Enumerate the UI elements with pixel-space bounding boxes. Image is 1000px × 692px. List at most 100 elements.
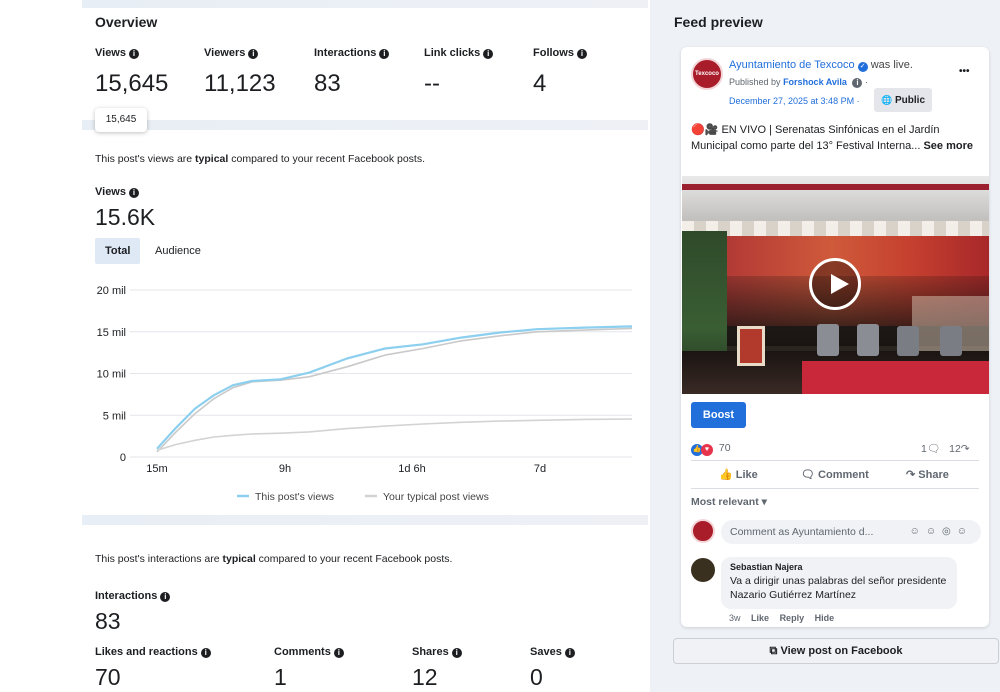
- info-icon[interactable]: i: [483, 49, 494, 59]
- publisher-link[interactable]: Forshock Avila: [783, 77, 847, 87]
- audience-badge[interactable]: 🌐 Public: [874, 88, 933, 112]
- series-line-1: [156, 418, 633, 452]
- typical-suffix: compared to your recent Facebook posts.: [255, 553, 453, 565]
- commenter-avatar: [691, 519, 715, 543]
- chevron-down-icon: ▾: [761, 496, 767, 508]
- post-card: Texcoco Ayuntamiento de Texcoco ✓ was li…: [681, 47, 989, 627]
- reaction-count: 70: [718, 442, 731, 454]
- composer-icons: ☺☺◎☺: [909, 526, 973, 537]
- globe-icon: 🌐: [881, 95, 893, 105]
- share-count-icon: ↷: [960, 443, 970, 455]
- video-thumbnail[interactable]: [682, 176, 989, 394]
- external-link-icon: ⧉: [769, 645, 778, 657]
- info-icon[interactable]: i: [160, 592, 171, 602]
- breakdown-label: Likes and reactions: [95, 646, 198, 658]
- post-date[interactable]: December 27, 2025 at 3:48 PM: [729, 96, 854, 106]
- info-icon[interactable]: i: [379, 49, 390, 59]
- x-tick-label: 1d 6h: [398, 463, 426, 475]
- info-icon[interactable]: i: [200, 648, 211, 658]
- y-tick-label: 5 mil: [103, 410, 126, 422]
- reactions-summary[interactable]: 👍 ♥ 70: [691, 442, 731, 456]
- thumbs-up-icon: 👍: [719, 469, 733, 481]
- comment-button[interactable]: 🗨 Comment: [801, 468, 869, 481]
- post-text: 🔴🎥 EN VIVO | Serenatas Sinfónicas en el …: [691, 122, 981, 154]
- verified-icon: ✓: [857, 62, 868, 72]
- share-count[interactable]: 12: [949, 443, 961, 455]
- breakdown-value: 70: [95, 664, 121, 690]
- metric-value: 15,645: [95, 70, 169, 97]
- metric-label: Follows: [533, 47, 574, 59]
- info-icon[interactable]: i: [852, 78, 863, 88]
- metric-value: 11,123: [204, 70, 276, 97]
- breakdown-label: Saves: [530, 646, 562, 658]
- x-tick-label: 9h: [279, 463, 291, 475]
- metric-label: Link clicks: [424, 47, 481, 59]
- overview-card: [82, 8, 648, 120]
- like-button[interactable]: 👍 Like: [719, 468, 758, 481]
- typical-prefix: This post's views are: [95, 153, 196, 165]
- typical-word: typical: [222, 553, 256, 565]
- breakdown-value: 1: [274, 664, 287, 690]
- y-tick-label: 0: [120, 452, 126, 464]
- info-icon[interactable]: i: [451, 648, 462, 658]
- page-name-link[interactable]: Ayuntamiento de Texcoco: [729, 59, 855, 71]
- interactions-card: [82, 525, 648, 692]
- views-value: 15.6K: [95, 204, 156, 230]
- info-icon[interactable]: i: [333, 648, 344, 658]
- comment-hide-link[interactable]: Hide: [815, 613, 835, 623]
- comment-author-avatar[interactable]: [691, 558, 715, 582]
- feed-preview-title: Feed preview: [674, 14, 763, 30]
- legend-label: Your typical post views: [383, 491, 489, 503]
- info-icon[interactable]: i: [129, 188, 139, 198]
- y-tick-label: 20 mil: [97, 285, 126, 297]
- metric-label: Views: [95, 47, 126, 59]
- most-relevant-dropdown[interactable]: Most relevant ▾: [691, 496, 767, 508]
- view-post-button[interactable]: ⧉ View post on Facebook: [673, 638, 999, 664]
- comment-button-label: Comment: [818, 469, 869, 481]
- comment-time: 3w: [729, 613, 741, 623]
- play-icon[interactable]: [809, 258, 861, 310]
- comment-text: Va a dirigir unas palabras del señor pre…: [730, 575, 947, 601]
- breakdown-value: 12: [412, 664, 438, 690]
- more-options-icon[interactable]: •••: [959, 66, 970, 77]
- most-relevant-label: Most relevant: [691, 496, 759, 508]
- series-line-0: [156, 325, 633, 450]
- share-button[interactable]: ↷ Share: [906, 468, 949, 481]
- info-icon[interactable]: i: [248, 49, 259, 59]
- overview-title: Overview: [95, 14, 158, 30]
- see-more-link[interactable]: See more: [923, 140, 973, 152]
- comment-input[interactable]: Comment as Ayuntamiento d... ☺☺◎☺: [721, 520, 981, 544]
- tab-total[interactable]: Total: [95, 238, 141, 264]
- divider: [691, 460, 979, 461]
- page-avatar[interactable]: Texcoco: [691, 58, 723, 90]
- tab-audience[interactable]: Audience: [145, 238, 211, 264]
- share-icon: ↷: [906, 469, 916, 481]
- typical-prefix: This post's interactions are: [95, 553, 223, 565]
- audience-label: Public: [895, 95, 926, 106]
- comment-like-link[interactable]: Like: [751, 613, 769, 623]
- views-label: Views: [95, 186, 126, 198]
- view-post-label: View post on Facebook: [780, 645, 903, 657]
- comment-reply-link[interactable]: Reply: [780, 613, 805, 623]
- interactions-value: 83: [95, 608, 121, 634]
- y-tick-label: 10 mil: [97, 369, 126, 381]
- views-chart: 0 5 mil 10 mil 15 mil 20 mil 15m 9h 1d 6h 7d This…: [97, 285, 633, 503]
- info-icon[interactable]: i: [576, 49, 587, 59]
- info-icon[interactable]: i: [564, 648, 575, 658]
- share-button-label: Share: [918, 469, 949, 481]
- boost-button[interactable]: Boost: [691, 402, 746, 428]
- comment-author[interactable]: Sebastian Najera: [730, 562, 948, 572]
- comment-icon: 🗨: [801, 469, 815, 481]
- typical-suffix: compared to your recent Facebook posts.: [228, 153, 425, 165]
- x-tick-label: 7d: [534, 463, 546, 475]
- interactions-typical-text: This post's interactions are typical com…: [95, 553, 452, 565]
- info-icon[interactable]: i: [129, 49, 139, 59]
- comment-bubble: Sebastian Najera Va a dirigir unas palab…: [721, 557, 957, 609]
- was-live-text: was live.: [870, 59, 913, 71]
- metric-label: Interactions: [314, 47, 377, 59]
- metric-value: 4: [533, 70, 547, 97]
- breakdown-label: Comments: [274, 646, 331, 658]
- avatar-text: Texcoco: [695, 71, 719, 77]
- comment-count-icon: 🗨: [926, 443, 941, 455]
- views-tooltip: 15,645: [95, 108, 147, 132]
